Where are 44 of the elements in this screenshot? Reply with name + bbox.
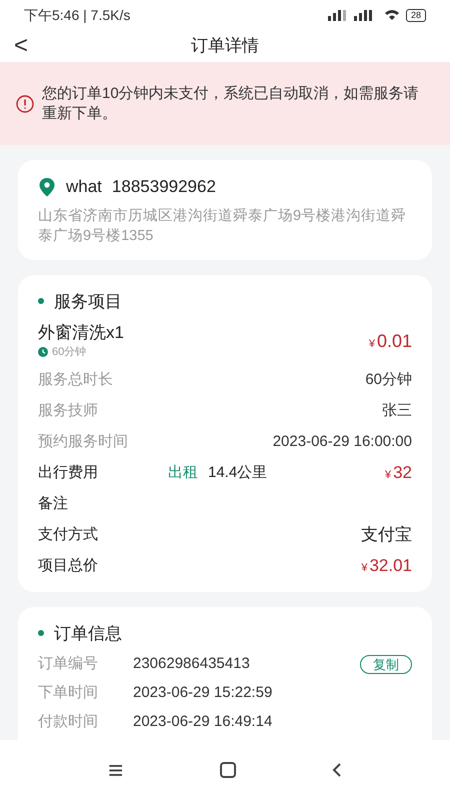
battery-icon: 28: [406, 8, 426, 22]
row-label: 预约服务时间: [38, 432, 128, 452]
row-value: 23062986435413: [133, 654, 251, 674]
clock-icon: [38, 347, 48, 358]
page-title: 订单详情: [191, 35, 259, 58]
row-label: 项目总价: [38, 556, 98, 576]
wifi-icon: [384, 9, 400, 21]
row-value: 60分钟: [365, 370, 412, 390]
price-text: ¥0.01: [368, 330, 412, 353]
status-time: 下午5:46 | 7.5K/s: [24, 6, 130, 25]
row-value: 2023-06-29 16:49:14: [133, 712, 274, 732]
row-value: 支付宝: [361, 524, 412, 546]
row-label: 订单编号: [38, 654, 99, 674]
bullet-icon: [38, 298, 44, 304]
row-value: 张三: [382, 400, 412, 421]
copy-button[interactable]: 复制: [360, 655, 412, 674]
row-label: 备注: [38, 494, 68, 514]
duration-text: 60分钟: [52, 345, 86, 360]
section-title: 服务项目: [54, 290, 122, 312]
row-label: 服务技师: [38, 400, 98, 421]
travel-distance: 14.4公里: [208, 462, 268, 483]
contact-name: what: [66, 176, 102, 198]
row-label: 付款时间: [38, 712, 99, 732]
alert-message: 您的订单10分钟内未支付，系统已自动取消，如需服务请重新下单。: [42, 84, 420, 124]
bullet-icon: [38, 630, 44, 636]
row-label: 服务总时长: [38, 370, 113, 390]
contact-phone: 18853992962: [112, 176, 216, 198]
section-title: 订单信息: [54, 622, 122, 644]
service-name: 外窗清洗x1: [38, 322, 124, 344]
travel-mode: 出租: [168, 462, 198, 483]
row-label: 出行费用: [38, 462, 99, 483]
address-text: 山东省济南市历城区港沟街道舜泰广场9号楼港沟街道舜泰广场9号楼1355: [38, 206, 408, 246]
row-label: 支付方式: [38, 524, 98, 545]
price-text: ¥32: [384, 462, 412, 484]
location-pin-icon: [38, 176, 56, 197]
warning-icon: [16, 94, 34, 112]
row-value: 2023-06-29 15:22:59: [133, 683, 274, 704]
home-button[interactable]: [220, 762, 236, 778]
menu-button[interactable]: ≡: [108, 750, 124, 790]
price-text: ¥32.01: [361, 555, 412, 577]
row-value: 2023-06-29 16:00:00: [272, 432, 412, 452]
back-icon[interactable]: [332, 762, 342, 778]
row-label: 下单时间: [38, 683, 99, 704]
back-button[interactable]: <: [14, 30, 28, 62]
